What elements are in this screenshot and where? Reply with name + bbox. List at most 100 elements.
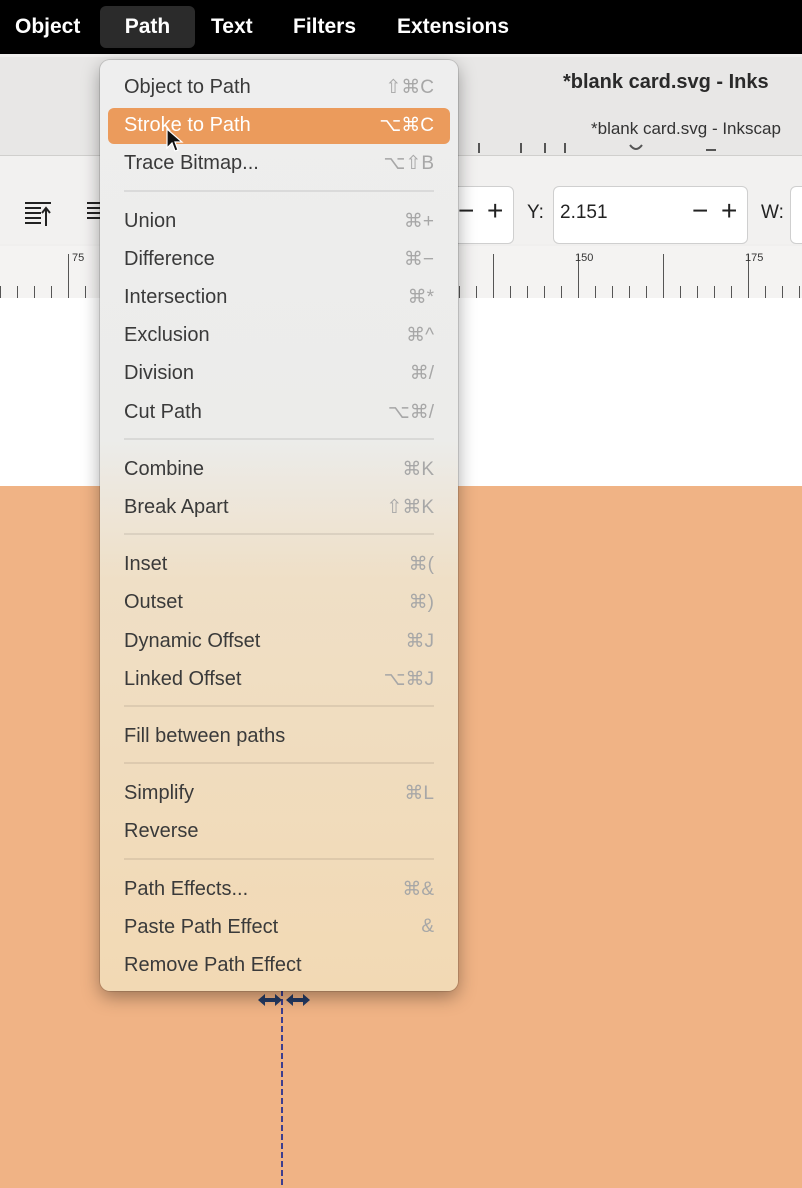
y-value[interactable]: 2.151	[560, 202, 608, 224]
ruler-tick	[17, 286, 18, 298]
menu-item-division[interactable]: Division ⌘/	[108, 356, 450, 392]
ruler-tick	[544, 286, 545, 298]
menu-item-shortcut: ⌘&	[402, 878, 434, 900]
menu-item-label: Path Effects...	[124, 877, 249, 900]
menu-item-label: Fill between paths	[124, 725, 286, 747]
x-decrement-button[interactable]: −	[458, 196, 474, 226]
menu-item-intersection[interactable]: Intersection ⌘*	[108, 280, 450, 316]
menu-item-label: Cut Path	[124, 400, 202, 423]
menu-item-difference[interactable]: Difference ⌘−	[108, 242, 450, 278]
menu-item-label: Simplify	[124, 782, 195, 805]
ruler-tick	[510, 286, 511, 298]
menu-item-shortcut: ⌘(	[408, 554, 434, 576]
menu-item-shortcut: ⌘+	[403, 210, 434, 232]
menu-separator	[124, 705, 434, 707]
menu-item-reverse[interactable]: Reverse	[108, 814, 450, 850]
ruler-tick	[731, 286, 732, 298]
menu-bar: Object Path Text Filters Extensions	[0, 0, 802, 54]
menu-item-shortcut: ⌘K	[402, 458, 434, 480]
y-label: Y:	[527, 202, 544, 223]
align-top-icon[interactable]	[24, 200, 52, 230]
window-title: *blank card.svg - Inks	[563, 71, 769, 93]
menu-item-simplify[interactable]: Simplify ⌘L	[108, 776, 450, 812]
ruler-tick	[697, 286, 698, 298]
menu-item-label: Paste Path Effect	[124, 915, 279, 938]
ruler-tick	[0, 286, 1, 298]
ruler-tick	[68, 254, 69, 298]
menu-item-shortcut: ⌥⌘/	[387, 401, 434, 423]
menu-item-remove-path-effect[interactable]: Remove Path Effect	[108, 948, 450, 984]
menu-item-shortcut: ⌘−	[403, 248, 434, 270]
menu-item-shortcut: &	[421, 915, 434, 937]
menu-item-linked-offset[interactable]: Linked Offset ⌥⌘J	[108, 662, 450, 698]
menu-path[interactable]: Path	[100, 6, 195, 48]
menu-item-label: Division	[124, 362, 195, 385]
ruler-tick	[782, 286, 783, 298]
menu-separator	[124, 857, 434, 860]
document-tab[interactable]: *blank card.svg - Inkscap	[591, 119, 781, 139]
ruler-label-175: 175	[745, 252, 764, 264]
menu-item-shortcut: ⇧⌘K	[386, 497, 434, 518]
menu-item-union[interactable]: Union ⌘+	[108, 204, 450, 240]
ruler-tick	[85, 286, 86, 298]
menu-item-stroke-to-path[interactable]: Stroke to Path ⌥⌘C	[108, 108, 450, 145]
ruler-tick	[612, 286, 613, 298]
selected-path-line[interactable]	[281, 990, 283, 1188]
menu-item-exclusion[interactable]: Exclusion ⌘^	[108, 318, 450, 354]
menu-item-label: Difference	[124, 247, 215, 270]
menu-item-trace-bitmap[interactable]: Trace Bitmap... ⌥⇧B	[108, 146, 450, 182]
ruler-tick	[527, 286, 528, 298]
menu-item-outset[interactable]: Outset ⌘)	[108, 585, 450, 621]
menu-item-dynamic-offset[interactable]: Dynamic Offset ⌘J	[108, 624, 450, 660]
ruler-tick	[561, 286, 562, 298]
menu-item-label: Union	[124, 209, 177, 232]
menu-separator	[124, 762, 434, 765]
menu-separator	[124, 533, 434, 536]
menu-item-label: Reverse	[124, 820, 199, 843]
x-increment-button[interactable]: +	[487, 196, 503, 226]
menu-item-label: Stroke to Path	[124, 114, 251, 137]
menu-item-fill-between-paths[interactable]: Fill between paths	[108, 719, 450, 755]
w-label: W:	[761, 202, 784, 223]
menu-item-path-effects[interactable]: Path Effects... ⌘&	[108, 872, 450, 908]
menu-item-label: Exclusion	[124, 324, 210, 347]
menu-item-cut-path[interactable]: Cut Path ⌥⌘/	[108, 395, 450, 431]
menu-item-shortcut: ⌘/	[409, 363, 434, 385]
ruler-label-75: 75	[72, 252, 85, 264]
menu-item-label: Outset	[124, 591, 183, 614]
menu-item-shortcut: ⇧⌘C	[385, 77, 434, 98]
menu-item-paste-path-effect[interactable]: Paste Path Effect &	[108, 910, 450, 946]
menu-item-combine[interactable]: Combine ⌘K	[108, 452, 450, 488]
menu-item-break-apart[interactable]: Break Apart ⇧⌘K	[108, 490, 450, 526]
ruler-tick	[714, 286, 715, 298]
menu-item-label: Combine	[124, 457, 205, 480]
menu-extensions[interactable]: Extensions	[397, 0, 509, 54]
menu-item-label: Break Apart	[124, 496, 229, 518]
menu-filters[interactable]: Filters	[293, 0, 356, 54]
menu-item-label: Trace Bitmap...	[124, 152, 259, 175]
ruler-tick	[799, 286, 800, 298]
menu-item-label: Intersection	[124, 286, 228, 308]
align-icon[interactable]	[86, 200, 100, 230]
ruler-tick	[34, 286, 35, 298]
y-increment-button[interactable]: +	[721, 196, 737, 226]
menu-item-object-to-path[interactable]: Object to Path ⇧⌘C	[108, 70, 450, 106]
menu-item-shortcut: ⌘)	[408, 592, 434, 614]
menu-text[interactable]: Text	[211, 0, 253, 54]
w-spinbox[interactable]	[790, 186, 802, 244]
menu-item-inset[interactable]: Inset ⌘(	[108, 547, 450, 583]
mouse-pointer-icon	[166, 128, 184, 152]
y-decrement-button[interactable]: −	[692, 196, 708, 226]
menu-separator	[124, 437, 434, 440]
ruler-tick	[493, 254, 494, 298]
toolbar-icons-partial	[478, 143, 716, 153]
ruler-tick	[595, 286, 596, 298]
menu-item-label: Linked Offset	[124, 667, 242, 690]
ruler-tick	[51, 286, 52, 298]
scale-handle-right-icon[interactable]	[285, 993, 311, 1007]
menu-object[interactable]: Object	[15, 0, 80, 54]
ruler-tick	[476, 286, 477, 298]
menu-item-shortcut: ⌘J	[405, 630, 435, 652]
scale-handle-left-icon[interactable]	[257, 993, 283, 1007]
menu-item-label: Dynamic Offset	[124, 629, 261, 652]
